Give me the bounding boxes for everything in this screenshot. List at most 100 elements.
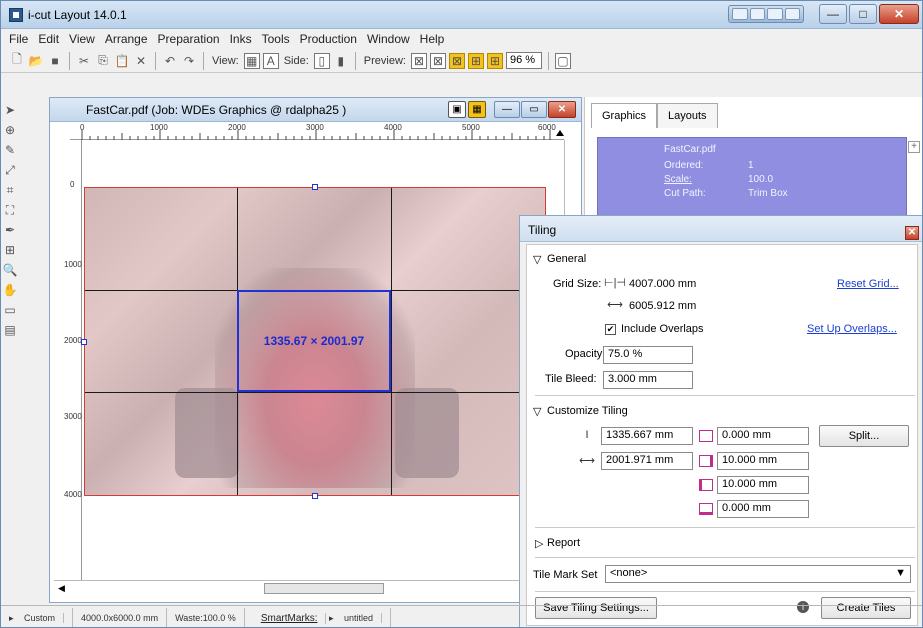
menu-arrange[interactable]: Arrange xyxy=(105,32,148,46)
tools-palette: ➤ ⊕ ✎ ⤢ ⌗ ⛶ ✒ ⊞ 🔍 ✋ ▭ ▤ xyxy=(1,99,19,599)
minimize-button[interactable]: — xyxy=(819,4,847,24)
grid-tool-icon[interactable]: ⊞ xyxy=(3,243,17,257)
customize-toggle-icon[interactable]: ▽ xyxy=(533,405,541,418)
menu-edit[interactable]: Edit xyxy=(38,32,59,46)
reset-grid-link[interactable]: Reset Grid... xyxy=(837,278,899,290)
canvas[interactable]: 1335.67 × 2001.97 xyxy=(81,142,564,578)
artwork-fastcar[interactable]: 1335.67 × 2001.97 xyxy=(84,187,546,496)
doc-minimize-button[interactable]: — xyxy=(494,101,520,118)
overlap-top-swatch xyxy=(699,430,713,442)
tiling-dialog: Tiling ✕ ▽ General Grid Size: ⊢|⊣ 4007.0… xyxy=(519,215,922,627)
zoom-icon[interactable]: 🔍 xyxy=(3,263,18,277)
scroll-left-icon[interactable]: ◀ xyxy=(58,583,65,594)
menu-help[interactable]: Help xyxy=(420,32,445,46)
zoom-field[interactable]: 96 % xyxy=(505,52,542,69)
preview-image-icon[interactable]: ⊞ xyxy=(467,52,484,69)
customize-section-label[interactable]: Customize Tiling xyxy=(547,405,628,417)
pen-icon[interactable]: ✒ xyxy=(3,223,17,237)
view-grid-icon[interactable]: ▦ xyxy=(243,52,260,69)
fit-window-icon[interactable]: ▢ xyxy=(554,52,571,69)
tile-bleed-input[interactable]: 3.000 mm xyxy=(603,371,693,389)
report-toggle-icon[interactable]: ▷ xyxy=(535,537,543,550)
smartmarks-label[interactable]: SmartMarks: xyxy=(252,612,327,624)
transform-icon[interactable]: ⤢ xyxy=(3,163,17,177)
save-icon[interactable]: ■ xyxy=(47,53,63,69)
crop-icon[interactable]: ⌗ xyxy=(3,183,17,197)
delete-icon[interactable]: ✕ xyxy=(133,53,149,69)
doc-close-button[interactable]: ✕ xyxy=(548,101,576,118)
menu-inks[interactable]: Inks xyxy=(230,32,252,46)
scale-label[interactable]: Scale: xyxy=(664,174,692,185)
overlap-right-input[interactable]: 10.000 mm xyxy=(717,452,809,470)
select-arrow-icon[interactable]: ➤ xyxy=(3,103,17,117)
tile-mark-set-select[interactable]: <none> ▼ xyxy=(605,565,911,583)
preview-mode-icon[interactable]: ⊠ xyxy=(429,52,446,69)
view-artwork-icon[interactable]: A xyxy=(262,52,279,69)
resize-handle-left[interactable] xyxy=(81,339,87,345)
tiling-close-button[interactable]: ✕ xyxy=(905,226,919,240)
report-section-label[interactable]: Report xyxy=(547,537,580,549)
general-toggle-icon[interactable]: ▽ xyxy=(533,253,541,266)
selected-tile[interactable]: 1335.67 × 2001.97 xyxy=(237,290,391,392)
tile-width-input[interactable]: 2001.971 mm xyxy=(601,452,693,470)
general-section-label[interactable]: General xyxy=(547,253,586,265)
copy-icon[interactable]: ⎘ xyxy=(95,53,111,69)
preview-color-icon[interactable]: ⊠ xyxy=(448,52,465,69)
menu-window[interactable]: Window xyxy=(367,32,410,46)
include-overlaps-checkbox[interactable]: ✔ xyxy=(605,324,616,335)
redo-icon[interactable]: ↷ xyxy=(181,53,197,69)
graphic-item-fastcar[interactable]: FastCar.pdf Ordered: 1 Scale: 100.0 Cut … xyxy=(597,137,907,217)
menu-view[interactable]: View xyxy=(69,32,95,46)
overlap-left-input[interactable]: 0.000 mm xyxy=(717,500,809,518)
doc-preview-icon[interactable]: ▦ xyxy=(468,101,486,118)
setup-overlaps-link[interactable]: Set Up Overlaps... xyxy=(807,323,897,335)
horizontal-scroll-thumb[interactable] xyxy=(264,583,384,594)
cut-icon[interactable]: ✂ xyxy=(76,53,92,69)
opacity-input[interactable]: 75.0 % xyxy=(603,346,693,364)
title-extra-buttons[interactable] xyxy=(728,5,804,23)
document-title-bar: FastCar.pdf (Job: WDEs Graphics @ rdalph… xyxy=(50,98,581,122)
tab-layouts[interactable]: Layouts xyxy=(657,103,718,128)
paste-icon[interactable]: 📋 xyxy=(114,53,130,69)
split-button[interactable]: Split... xyxy=(819,425,909,447)
doc-maximize-button[interactable]: ▭ xyxy=(521,101,547,118)
open-icon[interactable]: 📂 xyxy=(28,53,44,69)
close-button[interactable]: ✕ xyxy=(879,4,919,24)
resize-handle-top[interactable] xyxy=(312,184,318,190)
preview-off-icon[interactable]: ⊠ xyxy=(410,52,427,69)
add-icon[interactable]: + xyxy=(908,141,920,153)
side-back-icon[interactable]: ▮ xyxy=(333,53,349,69)
menu-file[interactable]: File xyxy=(9,32,28,46)
grid-height-value: 4007.000 mm xyxy=(629,278,697,290)
edit-icon[interactable]: ✎ xyxy=(3,143,17,157)
preview-full-icon[interactable]: ⊞ xyxy=(486,52,503,69)
ordered-label: Ordered: xyxy=(664,160,704,171)
resize-handle-bottom[interactable] xyxy=(312,493,318,499)
menu-preparation[interactable]: Preparation xyxy=(158,32,220,46)
ruler-icon[interactable]: ▭ xyxy=(3,303,17,317)
menu-tools[interactable]: Tools xyxy=(262,32,290,46)
status-mode[interactable]: ▸ Custom xyxy=(1,607,74,627)
tile-width-icon: ⟷ xyxy=(579,455,595,467)
overlap-left-swatch xyxy=(699,503,713,515)
maximize-button[interactable]: □ xyxy=(849,4,877,24)
note-icon[interactable]: ▤ xyxy=(3,323,17,337)
chevron-down-icon[interactable]: ▼ xyxy=(895,567,906,579)
place-icon[interactable]: ⊕ xyxy=(3,123,17,137)
side-front-icon[interactable]: ▯ xyxy=(313,52,330,69)
doc-view-icon[interactable]: ▣ xyxy=(448,101,466,118)
tab-graphics[interactable]: Graphics xyxy=(591,103,658,128)
tile-mark-set-value: <none> xyxy=(610,567,648,579)
horizontal-scrollbar[interactable]: ◀ xyxy=(54,580,564,596)
tile-height-input[interactable]: 1335.667 mm xyxy=(601,427,693,445)
overlap-top-input[interactable]: 0.000 mm xyxy=(717,427,809,445)
hand-icon[interactable]: ✋ xyxy=(3,283,18,297)
new-icon[interactable]: 🗋 xyxy=(9,52,25,69)
undo-icon[interactable]: ↶ xyxy=(162,53,178,69)
tile-height-icon: I xyxy=(585,429,589,441)
mark-icon[interactable]: ⛶ xyxy=(3,203,17,217)
overlap-bottom-input[interactable]: 10.000 mm xyxy=(717,476,809,494)
status-smartmarks[interactable]: SmartMarks: ▸ untitled xyxy=(245,607,392,627)
menu-production[interactable]: Production xyxy=(300,32,357,46)
graphic-name: FastCar.pdf xyxy=(664,144,716,155)
